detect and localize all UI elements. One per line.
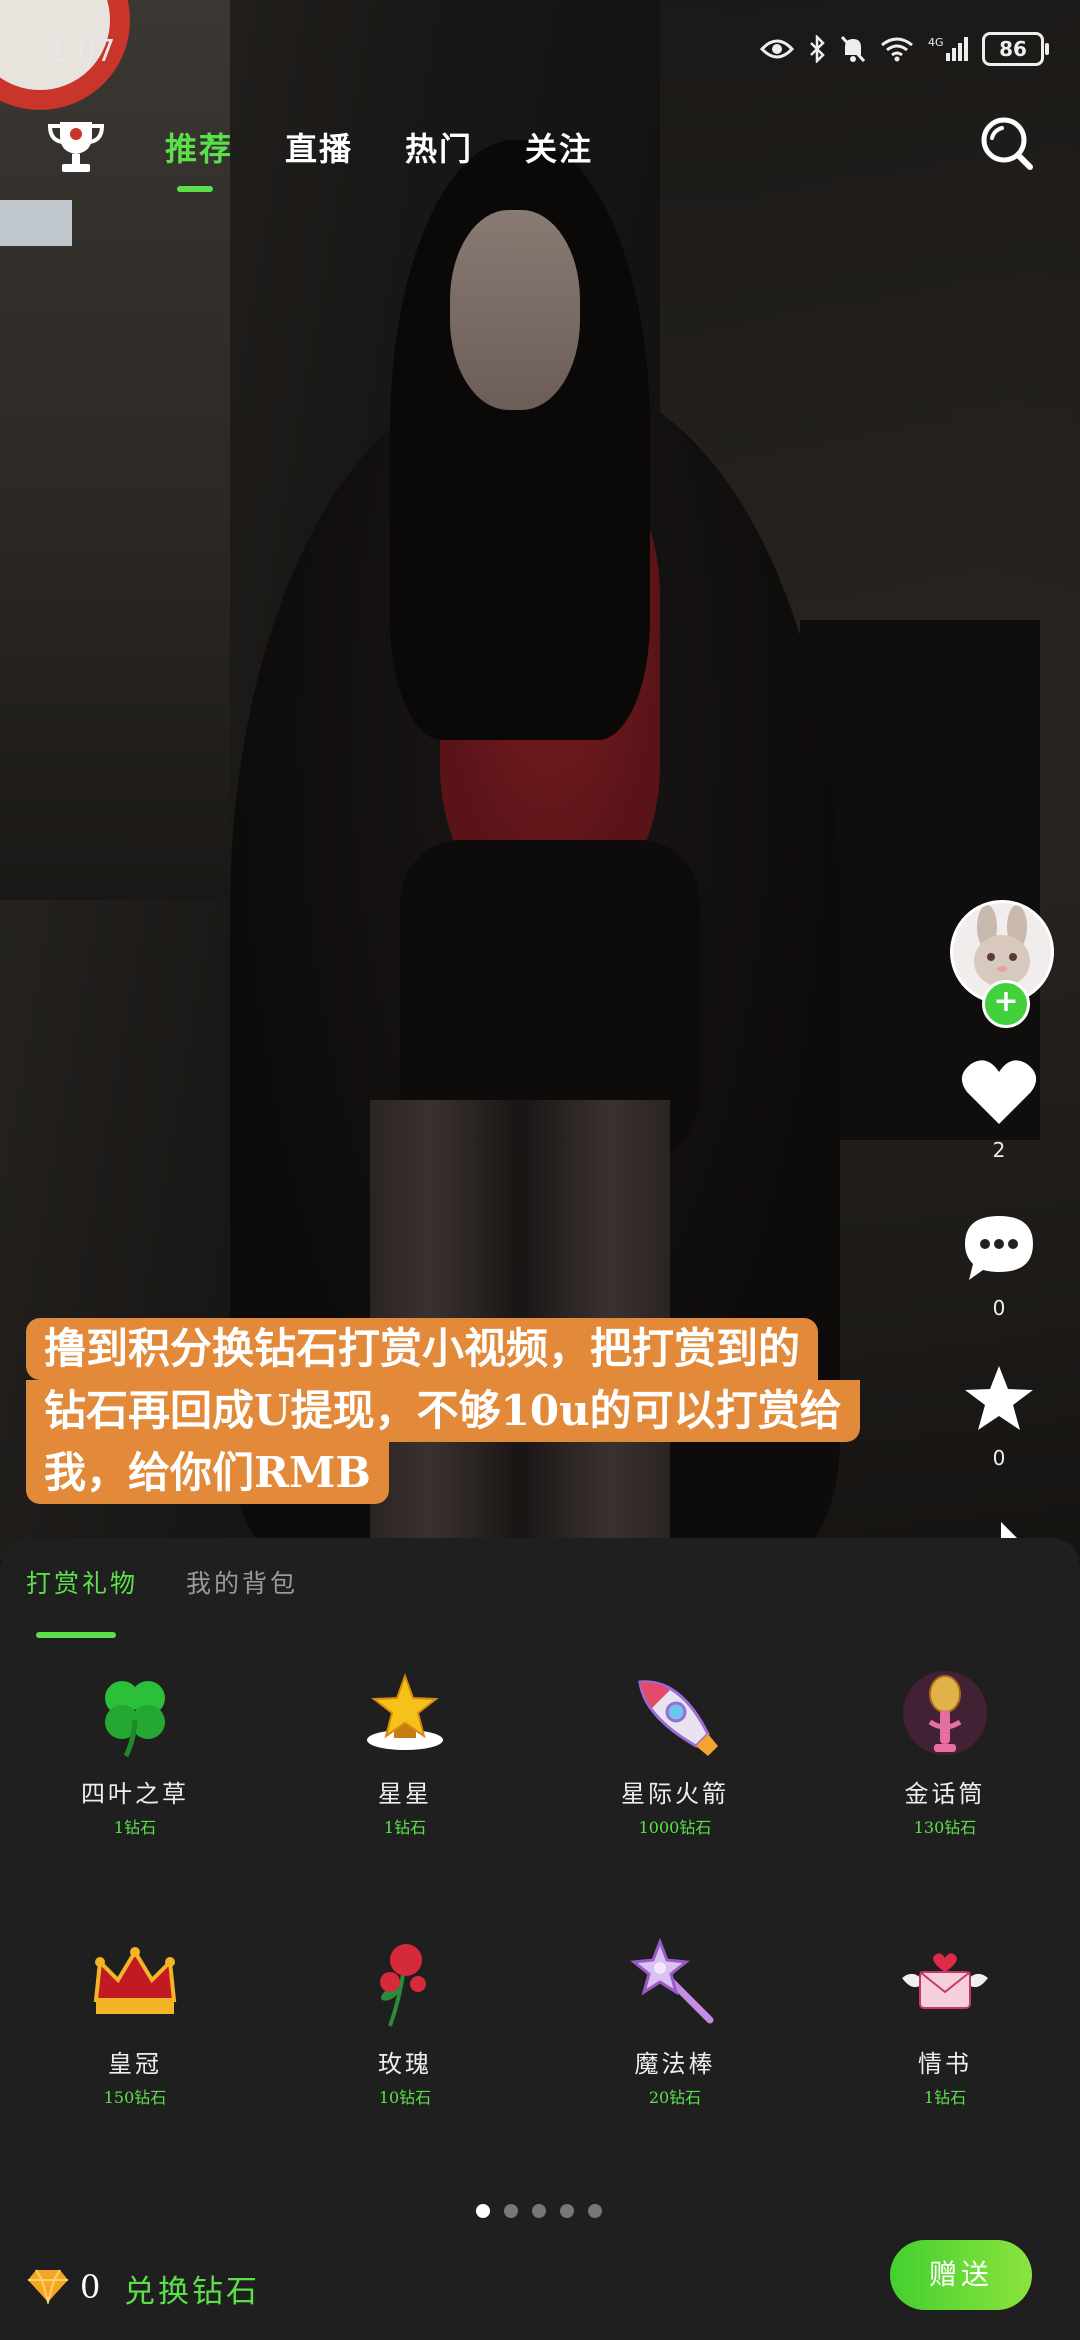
gift-price: 1000钻石 [638, 1818, 712, 1837]
gift-name: 玫瑰 [378, 2050, 432, 2078]
gift-name: 四叶之草 [81, 1780, 189, 1808]
love-letter-icon [902, 1953, 988, 2009]
feed-tabs: 推荐 直播 热门 关注 [165, 124, 593, 192]
status-time: 1:07 [48, 34, 116, 69]
gift-price: 150钻石 [103, 2088, 167, 2107]
rose-icon [380, 1944, 426, 2027]
clover-icon [105, 1681, 165, 1758]
heart-icon [961, 1060, 1037, 1124]
eye-icon [760, 39, 794, 59]
page-dot[interactable] [532, 2204, 546, 2218]
gift-panel-tabs: 打赏礼物 我的背包 [26, 1564, 298, 1638]
tab-live[interactable]: 直播 [285, 124, 353, 170]
magic-wand-icon [630, 1938, 714, 2024]
diamond-balance: 0 [80, 2268, 101, 2306]
page-dot[interactable] [560, 2204, 574, 2218]
video-caption: 撸到积分换钻石打赏小视频，把打赏到的 钻石再回成U提现，不够10u的可以打赏给 … [26, 1318, 996, 1504]
follow-button[interactable]: + [982, 980, 1030, 1028]
gift-item-crown[interactable]: 皇冠 150钻石 [0, 1908, 270, 2178]
gift-item-star[interactable]: 星星 1钻石 [270, 1638, 540, 1908]
tab-hot[interactable]: 热门 [405, 124, 473, 170]
send-gift-button[interactable]: 赠送 [890, 2240, 1032, 2310]
gift-price: 1钻石 [383, 1818, 427, 1837]
comment-action[interactable]: 0 [944, 1212, 1054, 1320]
gift-name: 情书 [918, 2050, 972, 2078]
trophy-icon[interactable] [44, 114, 108, 178]
tab-recommended[interactable]: 推荐 [165, 124, 233, 192]
gift-item-rocket[interactable]: 星际火箭 1000钻石 [540, 1638, 810, 1908]
gift-name: 皇冠 [108, 2050, 162, 2078]
gift-item-clover[interactable]: 四叶之草 1钻石 [0, 1638, 270, 1908]
gift-name: 星星 [378, 1780, 432, 1808]
star-trophy-icon [367, 1673, 443, 1750]
wifi-icon [881, 37, 913, 62]
person-figure [450, 210, 580, 410]
crown-icon [93, 1947, 177, 2014]
screen: 1:07 4G 86 推荐 直播 热门 关注 + 2 0 0 撸到积分换钻石打赏… [0, 0, 1080, 2340]
search-icon[interactable] [976, 114, 1036, 174]
mute-bell-icon [840, 35, 866, 63]
signal-icon: 4G [928, 36, 968, 61]
gift-panel: 打赏礼物 我的背包 四叶之草 1钻石 星星 1钻石 星际火箭 1000钻石 金话… [0, 1538, 1080, 2340]
page-dot[interactable] [476, 2204, 490, 2218]
page-dot[interactable] [504, 2204, 518, 2218]
gift-item-rose[interactable]: 玫瑰 10钻石 [270, 1908, 540, 2178]
like-action[interactable]: 2 [944, 1058, 1054, 1162]
page-indicator [476, 2204, 602, 2218]
bluetooth-icon [810, 35, 825, 63]
gift-price: 1钻石 [113, 1818, 157, 1837]
status-bar: 1:07 4G 86 [0, 0, 1080, 100]
gift-item-microphone[interactable]: 金话筒 130钻石 [810, 1638, 1080, 1908]
gift-item-magic-wand[interactable]: 魔法棒 20钻石 [540, 1908, 810, 2178]
gift-name: 星际火箭 [621, 1780, 729, 1808]
caption-line: 撸到积分换钻石打赏小视频，把打赏到的 [26, 1318, 819, 1380]
gift-price: 20钻石 [648, 2088, 702, 2107]
tab-gifts[interactable]: 打赏礼物 [26, 1564, 138, 1638]
gift-grid: 四叶之草 1钻石 星星 1钻石 星际火箭 1000钻石 金话筒 130钻石 皇冠… [0, 1638, 1080, 2178]
gift-price: 10钻石 [378, 2088, 432, 2107]
caption-line: 钻石再回成U提现，不够10u的可以打赏给 [26, 1380, 860, 1442]
tab-following[interactable]: 关注 [525, 124, 593, 170]
microphone-icon [903, 1671, 987, 1755]
battery-indicator: 86 [982, 32, 1049, 66]
top-navigation: 推荐 直播 热门 关注 [0, 110, 1080, 192]
caption-line: 我，给你们RMB [26, 1442, 389, 1504]
page-dot[interactable] [588, 2204, 602, 2218]
gift-name: 魔法棒 [634, 2050, 716, 2078]
comment-count: 0 [992, 1296, 1006, 1320]
exchange-diamonds-link[interactable]: 兑换钻石 [124, 2266, 260, 2311]
gift-name: 金话筒 [904, 1780, 986, 1808]
wall-plate [0, 200, 72, 246]
diamond-icon [28, 2269, 68, 2304]
comment-icon [965, 1216, 1033, 1280]
like-count: 2 [992, 1138, 1006, 1162]
gift-price: 130钻石 [913, 1818, 977, 1837]
tab-backpack[interactable]: 我的背包 [186, 1564, 298, 1600]
gift-bottom-bar: 0 兑换钻石 赠送 [0, 2238, 1080, 2338]
status-icons: 4G 86 [760, 32, 1049, 66]
gift-item-love-letter[interactable]: 情书 1钻石 [810, 1908, 1080, 2178]
rocket-icon [638, 1680, 718, 1756]
svg-text:4G: 4G [928, 36, 944, 49]
gift-price: 1钻石 [923, 2088, 967, 2107]
